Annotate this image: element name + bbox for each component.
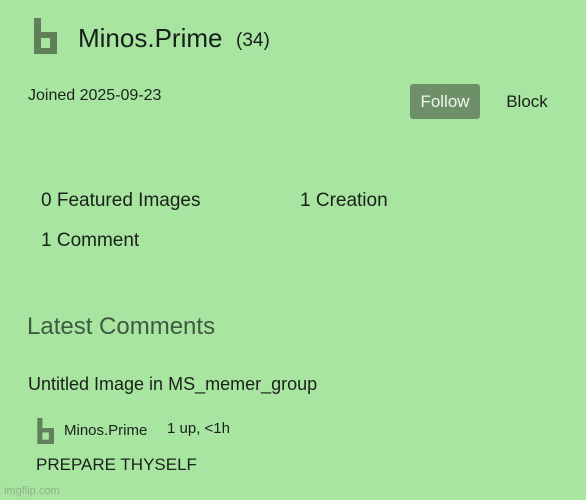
profile-joined-date: Joined 2025-09-23 (28, 87, 162, 104)
comment-meta: 1 up, <1h (167, 420, 230, 437)
comment-image-link[interactable]: Untitled Image in MS_memer_group (28, 372, 317, 396)
profile-username: Minos.Prime (78, 23, 223, 53)
profile-points: (34) (236, 30, 270, 51)
block-button[interactable]: Block (496, 84, 558, 119)
user-avatar-icon[interactable] (34, 18, 58, 54)
latest-comments-heading: Latest Comments (27, 313, 216, 340)
featured-images-link[interactable]: 0 Featured Images (41, 189, 200, 213)
follow-button[interactable]: Follow (410, 84, 480, 119)
comment-author-avatar-icon[interactable] (37, 418, 55, 444)
creations-link[interactable]: 1 Creation (300, 189, 388, 213)
imgflip-watermark: imgflip.com (4, 485, 60, 497)
comment-text: PREPARE THYSELF (36, 455, 197, 474)
comment-author-name[interactable]: Minos.Prime (64, 422, 147, 440)
comments-link[interactable]: 1 Comment (41, 229, 139, 253)
